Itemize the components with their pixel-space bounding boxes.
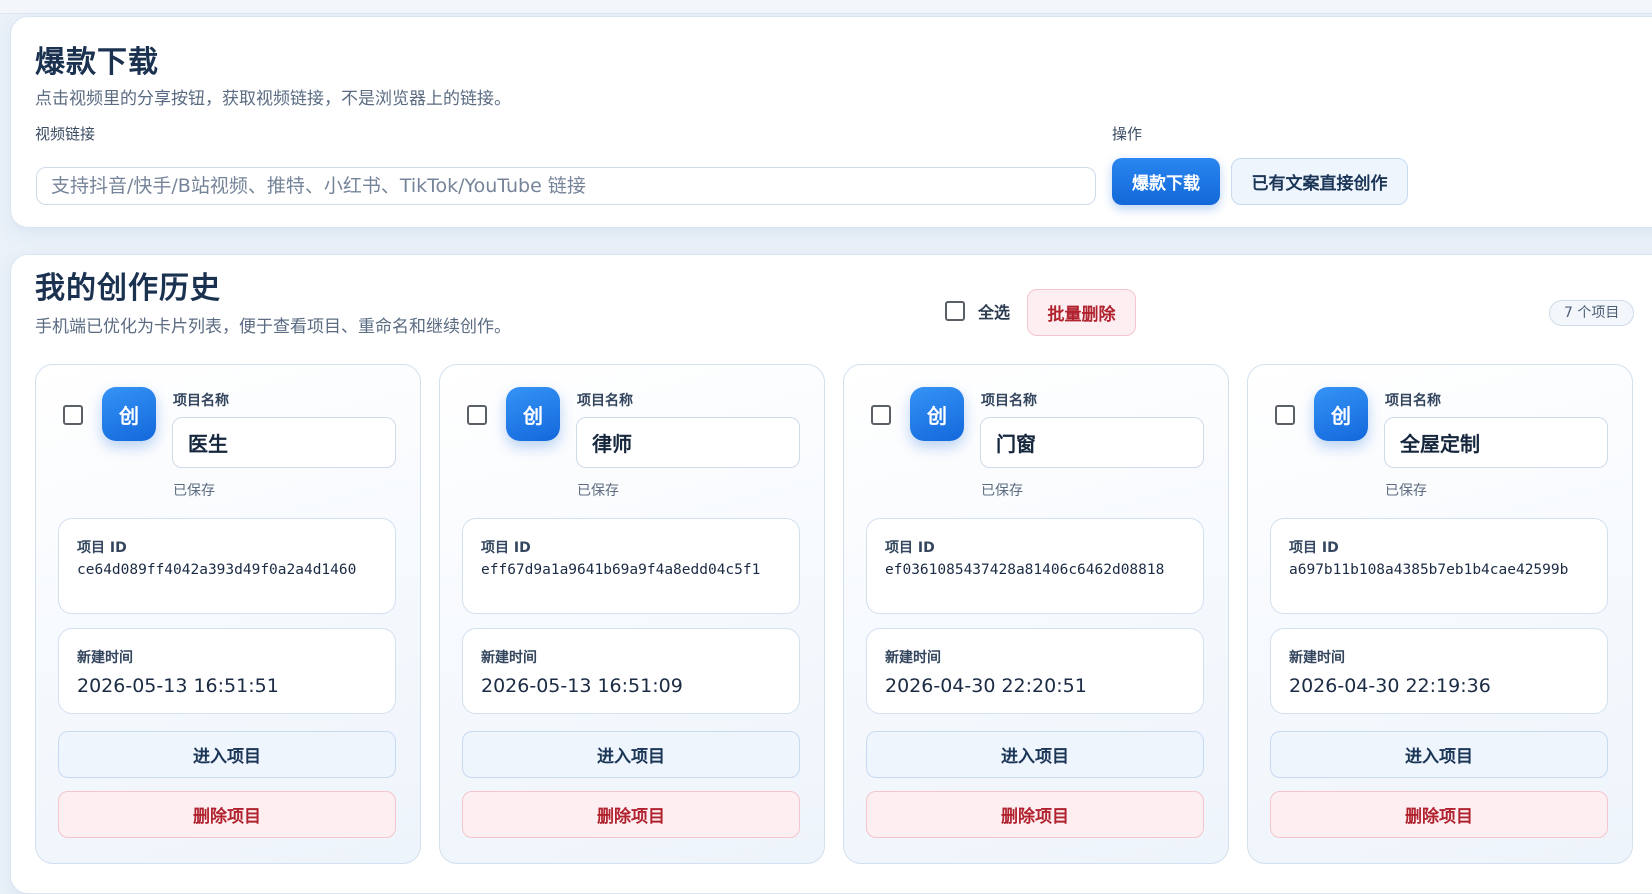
project-name-label: 项目名称 <box>1385 393 1441 409</box>
select-all[interactable]: 全选 <box>945 299 1010 323</box>
delete-project-button[interactable]: 删除项目 <box>1270 791 1608 838</box>
created-time-label: 新建时间 <box>481 650 537 666</box>
video-link-label: 视频链接 <box>35 125 96 143</box>
enter-project-button[interactable]: 进入项目 <box>1270 731 1608 778</box>
project-id-box: 项目 ID eff67d9a1a9641b69a9f4a8edd04c5f1 <box>462 518 800 614</box>
project-count-badge: 7 个项目 <box>1549 300 1635 326</box>
project-name-input[interactable] <box>576 417 800 468</box>
created-time-box: 新建时间 2026-05-13 16:51:09 <box>462 628 800 714</box>
project-id-label: 项目 ID <box>1289 540 1339 556</box>
created-time-box: 新建时间 2026-04-30 22:19:36 <box>1270 628 1608 714</box>
project-id-label: 项目 ID <box>77 540 127 556</box>
action-label: 操作 <box>1112 125 1143 143</box>
delete-project-button[interactable]: 删除项目 <box>866 791 1204 838</box>
project-name-input[interactable] <box>980 417 1204 468</box>
select-all-label: 全选 <box>978 303 1011 322</box>
created-time-label: 新建时间 <box>1289 650 1345 666</box>
project-id-value: ef0361085437428a81406c6462d08818 <box>885 562 1165 578</box>
project-id-value: eff67d9a1a9641b69a9f4a8edd04c5f1 <box>481 562 761 578</box>
project-card: 创 项目名称 已保存 项目 ID ef0361085437428a81406c6… <box>843 364 1229 864</box>
batch-delete-button[interactable]: 批量删除 <box>1027 289 1136 336</box>
video-link-input[interactable] <box>36 167 1096 205</box>
direct-create-button[interactable]: 已有文案直接创作 <box>1231 158 1408 205</box>
created-time-box: 新建时间 2026-04-30 22:20:51 <box>866 628 1204 714</box>
created-time-label: 新建时间 <box>885 650 941 666</box>
history-title: 我的创作历史 <box>35 271 221 306</box>
project-card: 创 项目名称 已保存 项目 ID a697b11b108a4385b7eb1b4… <box>1247 364 1633 864</box>
project-name-label: 项目名称 <box>577 393 633 409</box>
project-select-checkbox[interactable] <box>63 405 83 425</box>
created-time-label: 新建时间 <box>77 650 133 666</box>
download-title: 爆款下载 <box>35 45 159 80</box>
created-time-value: 2026-04-30 22:20:51 <box>885 675 1087 697</box>
download-panel: 爆款下载 点击视频里的分享按钮，获取视频链接，不是浏览器上的链接。 视频链接 操… <box>10 16 1652 228</box>
hot-download-button[interactable]: 爆款下载 <box>1112 158 1220 205</box>
download-subtitle: 点击视频里的分享按钮，获取视频链接，不是浏览器上的链接。 <box>35 89 511 109</box>
project-card: 创 项目名称 已保存 项目 ID eff67d9a1a9641b69a9f4a8… <box>439 364 825 864</box>
enter-project-button[interactable]: 进入项目 <box>462 731 800 778</box>
project-name-label: 项目名称 <box>173 393 229 409</box>
project-id-box: 项目 ID ce64d089ff4042a393d49f0a2a4d1460 <box>58 518 396 614</box>
delete-project-button[interactable]: 删除项目 <box>58 791 396 838</box>
delete-project-button[interactable]: 删除项目 <box>462 791 800 838</box>
project-avatar: 创 <box>102 387 156 441</box>
enter-project-button[interactable]: 进入项目 <box>866 731 1204 778</box>
saved-status: 已保存 <box>981 483 1023 499</box>
project-select-checkbox[interactable] <box>1275 405 1295 425</box>
project-id-box: 项目 ID ef0361085437428a81406c6462d08818 <box>866 518 1204 614</box>
history-subtitle: 手机端已优化为卡片列表，便于查看项目、重命名和继续创作。 <box>35 317 511 337</box>
created-time-value: 2026-04-30 22:19:36 <box>1289 675 1491 697</box>
select-all-checkbox[interactable] <box>945 301 965 321</box>
history-panel: 我的创作历史 手机端已优化为卡片列表，便于查看项目、重命名和继续创作。 全选 批… <box>10 254 1652 894</box>
saved-status: 已保存 <box>577 483 619 499</box>
project-avatar: 创 <box>1314 387 1368 441</box>
created-time-value: 2026-05-13 16:51:51 <box>77 675 279 697</box>
saved-status: 已保存 <box>1385 483 1427 499</box>
project-select-checkbox[interactable] <box>871 405 891 425</box>
project-name-input[interactable] <box>172 417 396 468</box>
project-id-label: 项目 ID <box>481 540 531 556</box>
project-select-checkbox[interactable] <box>467 405 487 425</box>
project-avatar: 创 <box>506 387 560 441</box>
saved-status: 已保存 <box>173 483 215 499</box>
top-header-strip <box>0 0 1652 14</box>
project-card: 创 项目名称 已保存 项目 ID ce64d089ff4042a393d49f0… <box>35 364 421 864</box>
enter-project-button[interactable]: 进入项目 <box>58 731 396 778</box>
project-avatar: 创 <box>910 387 964 441</box>
project-id-box: 项目 ID a697b11b108a4385b7eb1b4cae42599b <box>1270 518 1608 614</box>
project-id-label: 项目 ID <box>885 540 935 556</box>
created-time-value: 2026-05-13 16:51:09 <box>481 675 683 697</box>
created-time-box: 新建时间 2026-05-13 16:51:51 <box>58 628 396 714</box>
project-name-label: 项目名称 <box>981 393 1037 409</box>
project-id-value: ce64d089ff4042a393d49f0a2a4d1460 <box>77 562 357 578</box>
project-id-value: a697b11b108a4385b7eb1b4cae42599b <box>1289 562 1569 578</box>
project-name-input[interactable] <box>1384 417 1608 468</box>
